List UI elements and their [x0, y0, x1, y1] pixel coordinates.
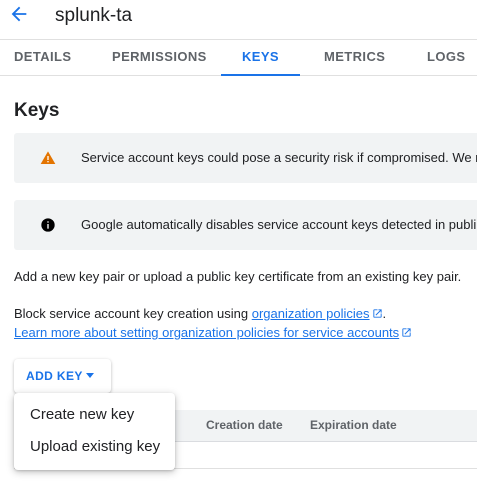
block-creation-label: Block service account key creation using — [14, 306, 252, 321]
open-in-new-icon — [402, 328, 411, 337]
learn-more-link[interactable]: Learn more about setting organization po… — [14, 325, 399, 340]
arrow-back-icon[interactable] — [8, 3, 30, 25]
info-icon — [41, 218, 55, 232]
menu-item-upload-existing-key[interactable]: Upload existing key — [14, 432, 175, 462]
period-text: . — [382, 306, 387, 321]
tab-keys[interactable]: KEYS — [221, 40, 300, 76]
tab-logs[interactable]: LOGS — [427, 40, 465, 75]
add-key-button[interactable]: ADD KEY — [14, 359, 111, 393]
warning-banner: Service account keys could pose a securi… — [14, 133, 477, 183]
menu-item-create-new-key[interactable]: Create new key — [14, 400, 175, 430]
section-title: Keys — [14, 100, 60, 121]
warning-icon — [40, 151, 56, 164]
organization-policies-link[interactable]: organization policies — [252, 306, 370, 321]
top-bar: splunk-ta — [0, 0, 477, 34]
tab-metrics[interactable]: METRICS — [324, 40, 385, 75]
learn-more-text: Learn more about setting organization po… — [14, 325, 412, 340]
add-key-label: ADD KEY — [26, 369, 83, 383]
tab-permissions[interactable]: PERMISSIONS — [112, 40, 207, 75]
info-text: Google automatically disables service ac… — [81, 217, 477, 232]
warning-text: Service account keys could pose a securi… — [81, 150, 477, 165]
info-banner: Google automatically disables service ac… — [14, 200, 477, 250]
menu-item-label: Upload existing key — [30, 438, 161, 455]
page-title: splunk-ta — [55, 5, 133, 26]
creation-date-header: Creation date — [206, 418, 283, 432]
add-key-menu: Create new key Upload existing key — [14, 393, 175, 470]
tab-details[interactable]: DETAILS — [14, 40, 71, 75]
add-key-description: Add a new key pair or upload a public ke… — [14, 269, 462, 284]
expiration-date-header: Expiration date — [310, 418, 397, 432]
menu-item-label: Create new key — [30, 406, 135, 423]
open-in-new-icon — [372, 309, 382, 318]
block-creation-text: Block service account key creation using… — [14, 306, 386, 321]
dropdown-arrow-icon — [86, 373, 94, 378]
tab-bar: DETAILS PERMISSIONS KEYS METRICS LOGS — [0, 39, 477, 76]
